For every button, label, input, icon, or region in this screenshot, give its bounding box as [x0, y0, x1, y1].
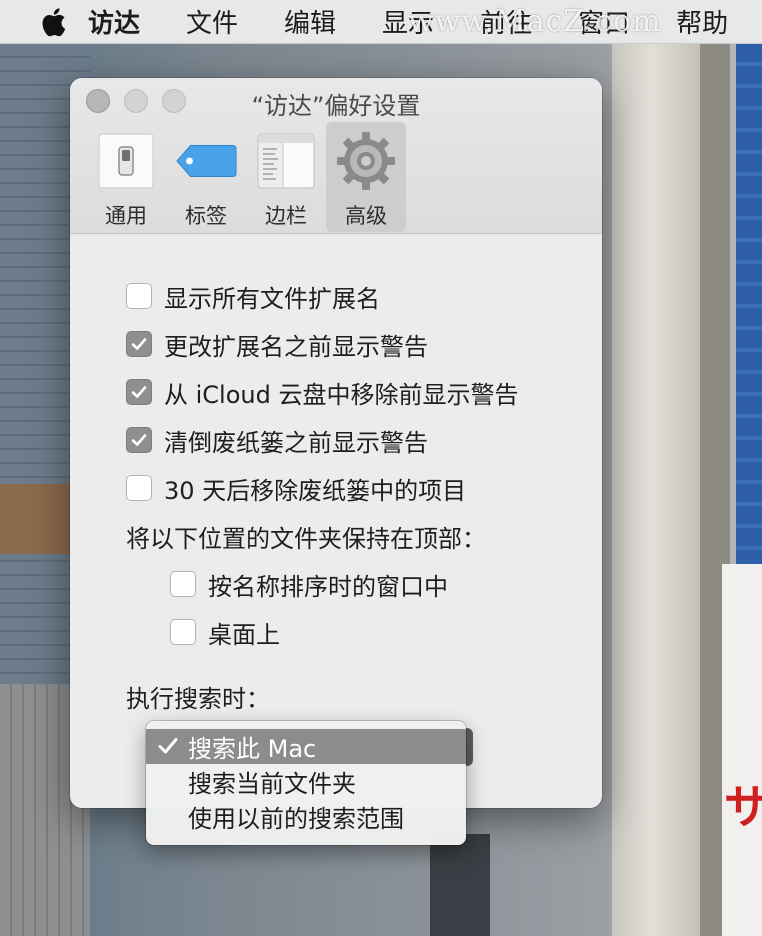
preferences-toolbar: 通用 标签 边栏 高级 [86, 122, 406, 232]
wooden-beam [0, 484, 70, 554]
option-label: 更改扩展名之前显示警告 [164, 332, 428, 361]
menu-option-search-this-mac[interactable]: 搜索此 Mac [146, 729, 466, 764]
sidebar-icon [255, 130, 317, 192]
checkbox-remove-trash-30-days[interactable] [126, 475, 152, 501]
tab-sidebar[interactable]: 边栏 [246, 122, 326, 232]
tab-tags[interactable]: 标签 [166, 122, 246, 232]
window-titlebar: “访达”偏好设置 通用 标签 边栏 高级 [70, 78, 602, 234]
option-row-extension-warning[interactable]: 更改扩展名之前显示警告 [126, 320, 602, 368]
tab-sidebar-label: 边栏 [265, 204, 307, 228]
option-row-folders-top-windows[interactable]: 按名称排序时的窗口中 [170, 560, 602, 608]
option-row-trash-warning[interactable]: 清倒废纸篓之前显示警告 [126, 416, 602, 464]
checkbox-extension-warning[interactable] [126, 331, 152, 357]
dark-window [430, 834, 490, 936]
option-row-show-extensions[interactable]: 显示所有文件扩展名 [126, 272, 602, 320]
building-pillar [612, 44, 712, 936]
tab-advanced[interactable]: 高级 [326, 122, 406, 232]
option-row-icloud-warning[interactable]: 从 iCloud 云盘中移除前显示警告 [126, 368, 602, 416]
watermark: www.MacZ.com [408, 4, 662, 39]
blue-facade [736, 44, 762, 604]
gear-icon [335, 130, 397, 192]
option-row-folders-top-desktop[interactable]: 桌面上 [170, 608, 602, 656]
checkbox-folders-top-desktop[interactable] [170, 619, 196, 645]
tab-tags-label: 标签 [185, 204, 227, 228]
checkbox-trash-warning[interactable] [126, 427, 152, 453]
folders-on-top-heading: 将以下位置的文件夹保持在顶部： [126, 524, 486, 553]
option-label: 按名称排序时的窗口中 [208, 572, 448, 601]
switch-icon [95, 130, 157, 192]
option-label: 从 iCloud 云盘中移除前显示警告 [164, 380, 519, 409]
option-row-remove-trash-30-days[interactable]: 30 天后移除废纸篓中的项目 [126, 464, 602, 512]
menu-option-use-previous-scope[interactable]: 使用以前的搜索范围 [146, 799, 466, 834]
menu-edit[interactable]: 编辑 [284, 3, 336, 40]
tag-icon [175, 130, 237, 192]
option-label: 桌面上 [208, 620, 280, 649]
advanced-pane: 显示所有文件扩展名 更改扩展名之前显示警告 从 iCloud 云盘中移除前显示警… [70, 234, 602, 720]
search-scope-heading: 执行搜索时： [126, 684, 270, 713]
menu-file[interactable]: 文件 [186, 3, 238, 40]
option-label: 显示所有文件扩展名 [164, 284, 380, 313]
option-label: 清倒废纸篓之前显示警告 [164, 428, 428, 457]
window-title: “访达”偏好设置 [251, 92, 421, 120]
checkmark-icon [158, 738, 178, 754]
menu-bar: 访达 文件 编辑 显示 前往 窗口 帮助 www.MacZ.com [0, 0, 762, 44]
menu-option-search-current-folder[interactable]: 搜索当前文件夹 [146, 764, 466, 799]
street-sign-text: サ [724, 780, 762, 834]
checkbox-icloud-warning[interactable] [126, 379, 152, 405]
menu-option-label: 搜索此 Mac [188, 735, 317, 763]
menu-option-label: 使用以前的搜索范围 [188, 805, 404, 833]
tab-general-label: 通用 [105, 204, 147, 228]
option-label: 30 天后移除废纸篓中的项目 [164, 476, 467, 505]
tab-advanced-label: 高级 [345, 204, 387, 228]
checkbox-show-extensions[interactable] [126, 283, 152, 309]
menu-option-label: 搜索当前文件夹 [188, 770, 356, 798]
tab-general[interactable]: 通用 [86, 122, 166, 232]
finder-preferences-window: “访达”偏好设置 通用 标签 边栏 高级 显示所有文件扩展名 更改扩展名之前显示… [70, 78, 602, 808]
search-scope-menu: 搜索此 Mac 搜索当前文件夹 使用以前的搜索范围 [146, 721, 466, 845]
menu-finder[interactable]: 访达 [88, 3, 140, 40]
apple-logo-icon[interactable] [40, 7, 66, 37]
checkbox-folders-top-windows[interactable] [170, 571, 196, 597]
